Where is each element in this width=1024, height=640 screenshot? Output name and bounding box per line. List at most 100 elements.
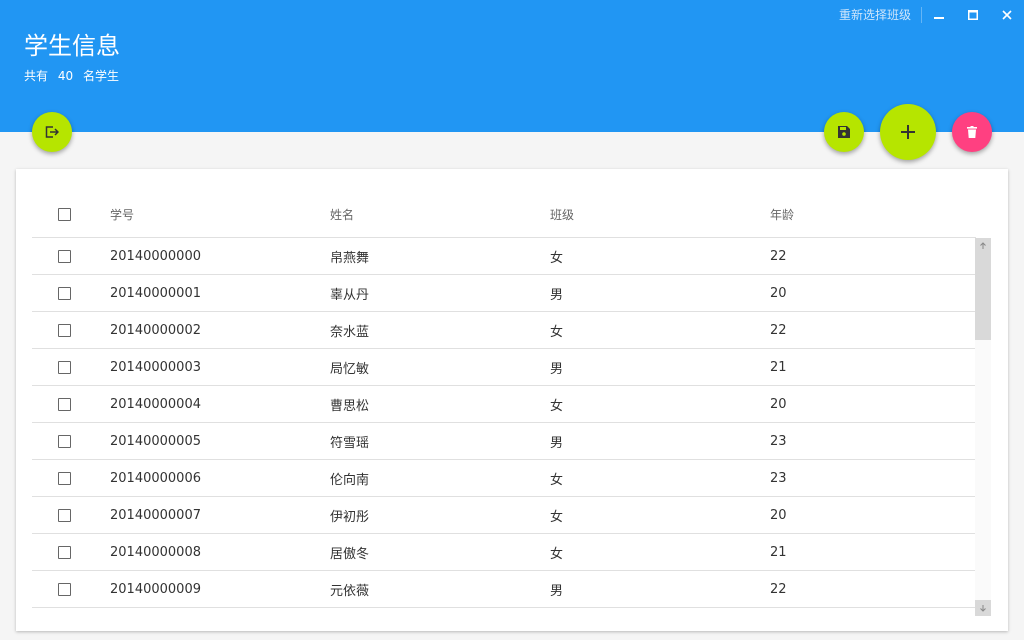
row-checkbox[interactable] (58, 397, 71, 411)
scroll-down-button[interactable] (975, 600, 991, 616)
student-name: 辜从丹 (330, 287, 370, 303)
column-header-class[interactable]: 班级 (550, 191, 574, 237)
student-table-card: 学号 姓名 班级 年龄 20140000000 帛燕舞 女 22 2014000… (16, 169, 1008, 631)
row-checkbox-cell (58, 386, 71, 422)
student-id: 20140000008 (110, 544, 201, 560)
student-age: 21 (770, 359, 787, 375)
export-button[interactable] (32, 112, 72, 152)
student-class: 男 (550, 435, 564, 451)
student-id: 20140000009 (110, 581, 201, 597)
table-row[interactable]: 20140000005 符雪瑶 男 23 (32, 423, 975, 460)
maximize-button[interactable] (956, 0, 990, 30)
select-all-checkbox[interactable] (58, 207, 71, 221)
student-name: 伊初彤 (330, 509, 370, 525)
row-checkbox[interactable] (58, 434, 71, 448)
select-all-checkbox-cell (58, 191, 71, 237)
add-button[interactable] (880, 104, 936, 160)
column-header-name[interactable]: 姓名 (330, 191, 354, 237)
student-id: 20140000004 (110, 396, 201, 412)
row-checkbox-cell (58, 497, 71, 533)
student-class: 男 (550, 583, 564, 599)
table-header: 学号 姓名 班级 年龄 (32, 191, 976, 238)
column-header-id[interactable]: 学号 (110, 191, 134, 237)
row-checkbox-cell (58, 460, 71, 496)
student-age: 20 (770, 396, 787, 412)
row-checkbox-cell (58, 534, 71, 570)
student-count: 共有 40 名学生 (24, 68, 125, 84)
student-class: 女 (550, 398, 564, 414)
student-id: 20140000001 (110, 285, 201, 301)
student-name: 局忆敏 (330, 361, 370, 377)
student-id: 20140000005 (110, 433, 201, 449)
reselect-class-link[interactable]: 重新选择班级 (829, 7, 922, 23)
student-id: 20140000007 (110, 507, 201, 523)
student-age: 20 (770, 285, 787, 301)
student-class: 女 (550, 324, 564, 340)
window-controls: 重新选择班级 (829, 0, 1024, 30)
close-button[interactable] (990, 0, 1024, 30)
student-id: 20140000006 (110, 470, 201, 486)
minimize-icon (934, 17, 944, 19)
arrow-down-icon (980, 605, 986, 612)
student-class: 男 (550, 361, 564, 377)
save-icon (838, 126, 850, 138)
table-row[interactable]: 20140000009 元依薇 男 22 (32, 571, 975, 608)
count-prefix: 共有 (24, 69, 49, 83)
student-name: 帛燕舞 (330, 250, 370, 266)
student-name: 伦向南 (330, 472, 370, 488)
app-header: 重新选择班级 学生信息 共有 40 名学生 (0, 0, 1024, 132)
table-row[interactable]: 20140000006 伦向南 女 23 (32, 460, 975, 497)
row-checkbox[interactable] (58, 286, 71, 300)
table-row[interactable]: 20140000004 曹思松 女 20 (32, 386, 975, 423)
student-id: 20140000002 (110, 322, 201, 338)
student-age: 22 (770, 322, 787, 338)
student-age: 22 (770, 248, 787, 264)
row-checkbox[interactable] (58, 323, 71, 337)
row-checkbox[interactable] (58, 508, 71, 522)
student-age: 21 (770, 544, 787, 560)
exit-icon (45, 126, 59, 138)
table-row[interactable]: 20140000001 辜从丹 男 20 (32, 275, 975, 312)
column-header-age[interactable]: 年龄 (770, 191, 794, 237)
row-checkbox-cell (58, 423, 71, 459)
student-name: 符雪瑶 (330, 435, 370, 451)
student-age: 22 (770, 581, 787, 597)
arrow-up-icon (980, 242, 986, 249)
table-row[interactable]: 20140000000 帛燕舞 女 22 (32, 238, 975, 275)
count-value: 40 (57, 69, 74, 83)
table-row[interactable]: 20140000008 居傲冬 女 21 (32, 534, 975, 571)
student-id: 20140000003 (110, 359, 201, 375)
save-button[interactable] (824, 112, 864, 152)
vertical-scrollbar[interactable] (975, 238, 991, 616)
table-row[interactable]: 20140000003 局忆敏 男 21 (32, 349, 975, 386)
delete-button[interactable] (952, 112, 992, 152)
student-class: 女 (550, 509, 564, 525)
scroll-up-button[interactable] (975, 238, 991, 254)
student-name: 居傲冬 (330, 546, 370, 562)
student-name: 曹思松 (330, 398, 370, 414)
close-icon (1002, 10, 1012, 20)
table-row[interactable]: 20140000002 奈水蓝 女 22 (32, 312, 975, 349)
minimize-button[interactable] (922, 0, 956, 30)
student-name: 奈水蓝 (330, 324, 370, 340)
student-class: 男 (550, 287, 564, 303)
row-checkbox-cell (58, 571, 71, 607)
plus-icon (901, 125, 915, 139)
student-age: 23 (770, 470, 787, 486)
row-checkbox[interactable] (58, 471, 71, 485)
student-id: 20140000000 (110, 248, 201, 264)
page-title: 学生信息 (24, 32, 120, 60)
row-checkbox-cell (58, 238, 71, 274)
trash-icon (967, 126, 977, 138)
row-checkbox[interactable] (58, 360, 71, 374)
student-name: 元依薇 (330, 583, 370, 599)
row-checkbox[interactable] (58, 545, 71, 559)
student-age: 23 (770, 433, 787, 449)
row-checkbox[interactable] (58, 249, 71, 263)
row-checkbox-cell (58, 275, 71, 311)
student-class: 女 (550, 472, 564, 488)
table-row[interactable]: 20140000007 伊初彤 女 20 (32, 497, 975, 534)
row-checkbox[interactable] (58, 582, 71, 596)
student-age: 20 (770, 507, 787, 523)
count-suffix: 名学生 (82, 69, 119, 83)
